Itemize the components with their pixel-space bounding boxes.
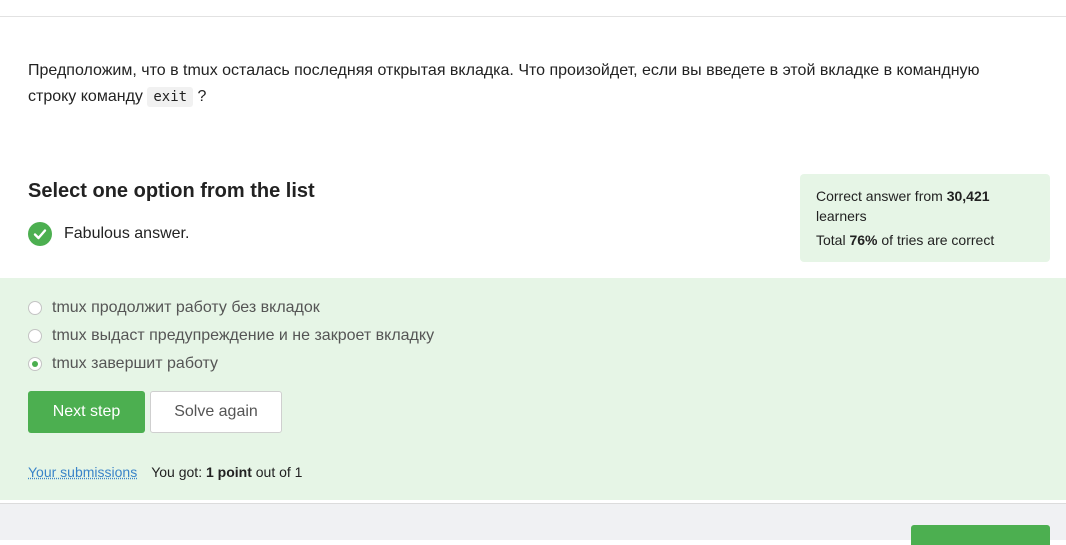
score-prefix: You got: [151, 464, 206, 480]
score-suffix: out of 1 [251, 464, 303, 480]
feedback-row: Fabulous answer. [28, 222, 189, 246]
stats-prefix: Correct answer from [816, 188, 947, 204]
option-label: tmux завершит работу [52, 355, 219, 372]
score-text: You got: 1 point out of 1 [151, 464, 302, 480]
radio-selected-dot [32, 361, 38, 367]
footer-next-button[interactable] [911, 525, 1050, 545]
solve-again-button[interactable]: Solve again [150, 391, 282, 433]
stats-total-prefix: Total [816, 232, 850, 248]
stats-box: Correct answer from 30,421 learners Tota… [800, 174, 1050, 262]
answers-panel: tmux продолжит работу без вкладок tmux в… [0, 278, 1066, 500]
option-item[interactable]: tmux продолжит работу без вкладок [28, 294, 434, 322]
option-item-selected[interactable]: tmux завершит работу [28, 350, 434, 378]
stats-learners-count: 30,421 [946, 188, 990, 204]
submission-row: Your submissions You got: 1 point out of… [28, 464, 302, 480]
stats-learners-line: Correct answer from 30,421 learners [816, 186, 1034, 226]
radio-button[interactable] [28, 301, 42, 315]
question-text-after: ? [193, 88, 207, 105]
score-points: 1 point [205, 464, 252, 480]
stats-percent: 76% [849, 232, 878, 248]
quiz-title: Select one option from the list [28, 180, 315, 202]
stats-suffix: learners [816, 208, 867, 224]
stats-total-suffix: of tries are correct [877, 232, 995, 248]
option-label: tmux продолжит работу без вкладок [52, 299, 320, 316]
stats-total-line: Total 76% of tries are correct [816, 230, 1034, 250]
question-code: exit [147, 87, 194, 107]
check-icon [28, 222, 52, 246]
footer-bar [0, 503, 1066, 545]
options-list: tmux продолжит работу без вкладок tmux в… [28, 294, 434, 378]
next-step-button[interactable]: Next step [28, 391, 145, 433]
question-text: Предположим, что в tmux осталась последн… [28, 58, 1028, 110]
header-divider [0, 16, 1066, 17]
feedback-text: Fabulous answer. [64, 225, 190, 242]
radio-button[interactable] [28, 329, 42, 343]
option-label: tmux выдаст предупреждение и не закроет … [52, 327, 435, 344]
option-item[interactable]: tmux выдаст предупреждение и не закроет … [28, 322, 434, 350]
radio-button-selected[interactable] [28, 357, 42, 371]
your-submissions-link[interactable]: Your submissions [28, 464, 137, 480]
